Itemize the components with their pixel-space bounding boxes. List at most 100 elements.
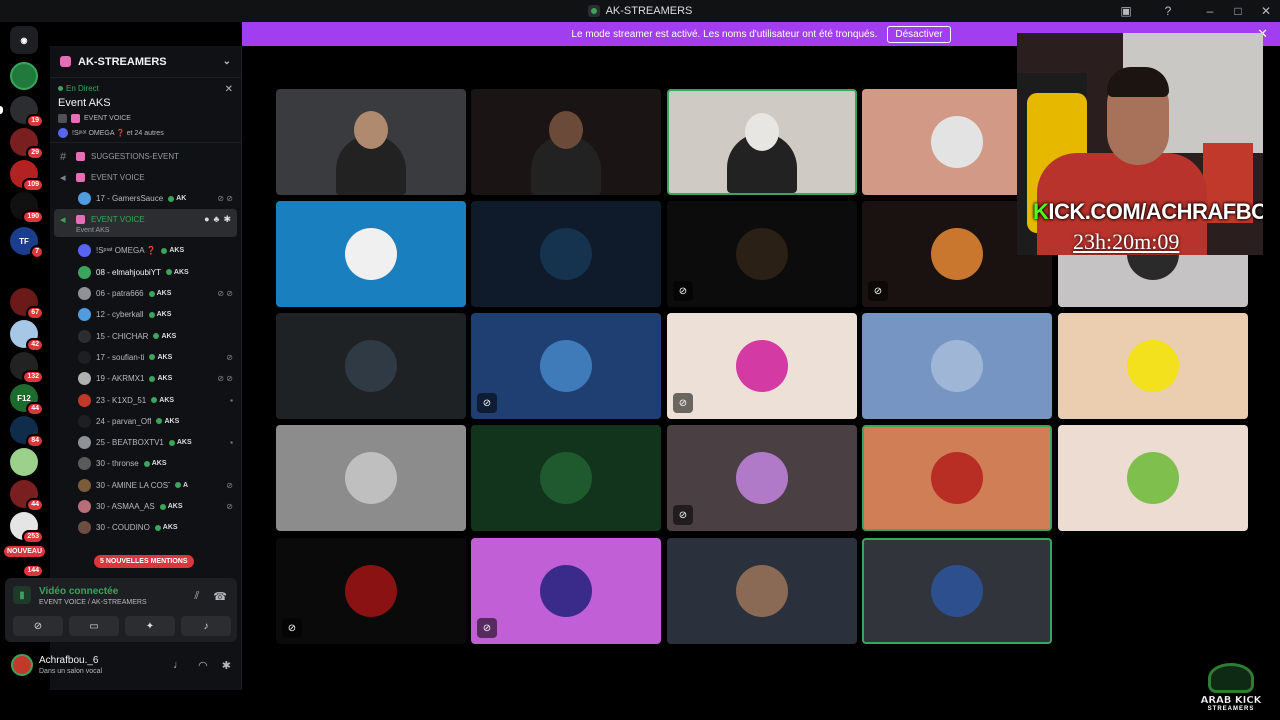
server-icon-15[interactable]: 144	[10, 546, 44, 578]
username[interactable]: Achrafbou._6	[39, 655, 102, 666]
voice-member[interactable]: 17 - GamersSauce AK ⊘ ⊘	[50, 188, 241, 209]
server-header[interactable]: AK-STREAMERS ⌄	[50, 46, 241, 78]
microphone-icon[interactable]: ♩	[173, 659, 184, 672]
avatar	[931, 340, 983, 392]
voice-member[interactable]: 24 - parvan_Off AKS	[50, 411, 241, 432]
server-icon-9[interactable]: 132	[10, 352, 44, 384]
minimize-button[interactable]: –	[1196, 0, 1224, 22]
camera-off-button[interactable]: ⊘	[13, 616, 63, 636]
server-icon-11[interactable]: 84	[10, 416, 44, 448]
video-tile-camera[interactable]	[667, 89, 857, 195]
soundboard-button[interactable]: ♪	[181, 616, 231, 636]
chevron-down-icon[interactable]: ⌄	[223, 56, 231, 67]
video-tile[interactable]	[276, 201, 466, 307]
channel-event-voice[interactable]: ◂ EVENT VOICE	[50, 167, 241, 188]
video-tile[interactable]	[276, 313, 466, 419]
avatar	[540, 565, 592, 617]
discord-home-icon[interactable]: ◉	[10, 26, 38, 54]
voice-member[interactable]: 30 - COUDINO AKS	[50, 517, 241, 538]
headphones-icon[interactable]: ◠	[198, 659, 208, 672]
chat-icon[interactable]: ●	[204, 214, 209, 225]
voice-member[interactable]: 30 - AMINE LA COSTEA⊘	[50, 475, 241, 496]
avatar	[78, 457, 91, 471]
video-tile[interactable]	[1058, 425, 1248, 531]
maximize-button[interactable]: □	[1224, 0, 1252, 22]
close-window-button[interactable]: ✕	[1252, 0, 1280, 22]
server-icon-4[interactable]: 109	[10, 160, 44, 192]
disconnect-icon[interactable]: ☎	[213, 590, 227, 603]
server-icon-10[interactable]: F12 44	[10, 384, 44, 416]
video-tile[interactable]: ⊘	[667, 201, 857, 307]
close-icon[interactable]: ✕	[225, 84, 233, 95]
muted-icon: ⊘ ⊘	[217, 289, 233, 299]
voice-member[interactable]: 23 - K1XD_51 AKS ▪	[50, 389, 241, 410]
video-tile[interactable]	[276, 425, 466, 531]
video-tile[interactable]: ⊘	[276, 538, 466, 644]
signal-icon[interactable]: ▮	[13, 586, 31, 604]
avatar	[1127, 340, 1179, 392]
server-icon-6[interactable]: TF 7	[10, 227, 44, 259]
avatar	[78, 350, 91, 364]
voice-member[interactable]: 08 - elmahjoubiYT AKS	[50, 262, 241, 283]
channel-emoji-icon	[76, 173, 85, 182]
user-panel: Achrafbou._6 Dans un salon vocal ♩ ◠ ✱	[5, 646, 237, 684]
gear-icon[interactable]: ✱	[222, 659, 231, 672]
voice-status-subtitle[interactable]: EVENT VOICE / AK-STREAMERS	[39, 599, 147, 606]
live-event-card[interactable]: En Direct Event AKS ✕ EVENT VOICE !Sᵖᶦᵃᵗ…	[50, 78, 241, 143]
voice-status-title[interactable]: Vidéo connectée	[39, 586, 147, 597]
video-tile[interactable]	[862, 313, 1052, 419]
avatar	[78, 478, 91, 492]
video-tile[interactable]: ⊘	[667, 425, 857, 531]
camera-icon: ▪	[230, 395, 233, 405]
voice-connection-panel: ▮ Vidéo connectée EVENT VOICE / AK-STREA…	[5, 578, 237, 642]
voice-member[interactable]: 19 - AKRMX1 AKS ⊘ ⊘	[50, 368, 241, 389]
server-icon-14[interactable]: 253	[10, 512, 44, 544]
video-tile[interactable]: ⊘	[667, 313, 857, 419]
new-mentions-pill[interactable]: 5 NOUVELLES MENTIONS	[94, 555, 194, 568]
video-tile[interactable]	[862, 538, 1052, 644]
gear-icon[interactable]: ✱	[223, 214, 231, 225]
help-icon[interactable]: ?	[1154, 0, 1182, 22]
video-tile[interactable]	[471, 425, 661, 531]
disable-streamer-mode-button[interactable]: Désactiver	[887, 25, 951, 43]
voice-member[interactable]: 30 - ASMAA_AS AKS ⊘	[50, 496, 241, 517]
muted-icon: ⊘	[673, 281, 693, 301]
user-status: Dans un salon vocal	[39, 668, 103, 675]
inbox-icon[interactable]: ▣	[1112, 0, 1140, 22]
channel-event-voice-active[interactable]: ◂ EVENT VOICE ● ♣ ✱ Event AKS	[54, 209, 237, 238]
server-icon-3[interactable]: 29	[10, 128, 44, 160]
speaker-icon: ◂	[60, 213, 66, 226]
voice-member[interactable]: !Sᵖᶦᵃᵗ OMEGA ❓ AKS	[50, 240, 241, 261]
screen-share-button[interactable]: ▭	[69, 616, 119, 636]
server-icon-12[interactable]	[10, 448, 38, 476]
noise-suppression-icon[interactable]: ⫽	[194, 590, 199, 603]
voice-member[interactable]: 12 - cyberkall AKS	[50, 304, 241, 325]
video-tile-camera[interactable]	[276, 89, 466, 195]
server-icon-8[interactable]: 42	[10, 320, 44, 352]
invite-icon[interactable]: ♣	[214, 214, 220, 225]
voice-member[interactable]: 25 - BEATBOXTV1 AKS ▪	[50, 432, 241, 453]
activities-button[interactable]: ✦	[125, 616, 175, 636]
channel-suggestions-event[interactable]: # SUGGESTIONS-EVENT	[50, 146, 241, 167]
server-icon-7[interactable]: 67	[10, 288, 44, 320]
server-icon-13[interactable]: 44	[10, 480, 44, 512]
voice-member[interactable]: 17 - soufian-ti AKS ⊘	[50, 347, 241, 368]
title-bar: AK-STREAMERS ▣ ? – □ ✕	[0, 0, 1280, 22]
avatar	[736, 452, 788, 504]
video-tile[interactable]	[471, 201, 661, 307]
server-icon-2[interactable]: 19	[0, 96, 44, 128]
avatar[interactable]	[11, 654, 33, 676]
video-tile[interactable]	[1058, 313, 1248, 419]
voice-member[interactable]: 30 - thronse AKS	[50, 453, 241, 474]
voice-member[interactable]: 06 - patra666 AKS ⊘ ⊘	[50, 283, 241, 304]
video-tile[interactable]: ⊘	[471, 538, 661, 644]
video-tile[interactable]	[862, 425, 1052, 531]
avatar	[540, 340, 592, 392]
voice-member[interactable]: 15 - CHICHAR AKS	[50, 325, 241, 346]
server-icon-5[interactable]: 190	[10, 192, 44, 224]
window-controls: ▣ ? – □ ✕	[1112, 0, 1280, 22]
server-icon-1[interactable]	[10, 62, 38, 90]
video-tile-camera[interactable]	[471, 89, 661, 195]
video-tile[interactable]: ⊘	[471, 313, 661, 419]
video-tile[interactable]	[667, 538, 857, 644]
